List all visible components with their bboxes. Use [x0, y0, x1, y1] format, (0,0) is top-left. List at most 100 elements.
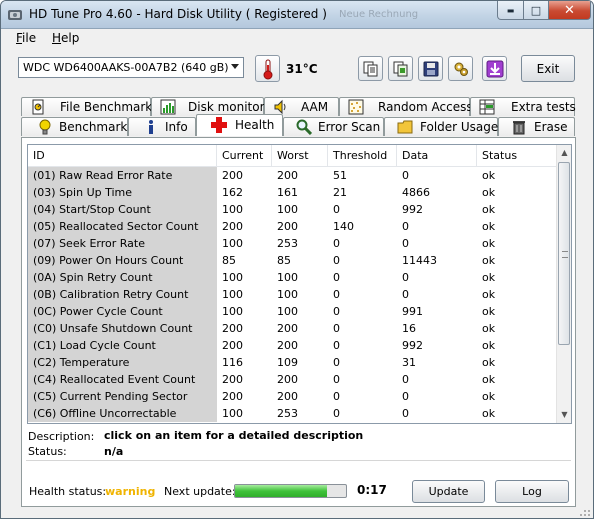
menu-help[interactable]: Help — [52, 31, 79, 45]
table-row[interactable]: (C5) Current Pending Sector 200 200 0 0 ok — [28, 388, 558, 405]
scroll-up-icon[interactable]: ▲ — [557, 145, 571, 161]
drive-select[interactable]: WDC WD6400AAKS-00A7B2 (640 gB) — [18, 57, 244, 78]
cell-threshold: 140 — [333, 220, 354, 233]
health-status-label: Health status: — [29, 485, 107, 498]
table-row[interactable]: (03) Spin Up Time 162 161 21 4866 ok — [28, 184, 558, 201]
table-row[interactable]: (0B) Calibration Retry Count 100 100 0 0 ok — [28, 286, 558, 303]
tab-label: File Benchmark — [60, 100, 153, 114]
table-row[interactable]: (09) Power On Hours Count 85 85 0 11443 ok — [28, 252, 558, 269]
next-update-timer: 0:17 — [357, 483, 387, 497]
maximize-button[interactable]: □ — [523, 1, 549, 20]
options-button[interactable] — [448, 56, 473, 81]
tab-extra-tests[interactable]: Extra tests — [470, 97, 576, 116]
cell-threshold: 0 — [333, 390, 340, 403]
column-header-current[interactable]: Current — [217, 145, 272, 167]
cell-id: (0B) Calibration Retry Count — [28, 286, 217, 303]
table-row[interactable]: (05) Reallocated Sector Count 200 200 140 0 o… — [28, 218, 558, 235]
cell-current: 85 — [222, 254, 236, 267]
vertical-scrollbar[interactable]: ▲ ▼ — [556, 145, 571, 423]
cell-status: ok — [482, 203, 496, 216]
health-panel: ID Current Worst Threshold Data Status (… — [21, 137, 576, 507]
cell-id: (07) Seek Error Rate — [28, 235, 217, 252]
column-header-status[interactable]: Status — [477, 145, 557, 167]
tab-label: Info — [165, 120, 188, 134]
cell-worst: 200 — [277, 339, 298, 352]
cell-worst: 100 — [277, 305, 298, 318]
tab-label: AAM — [301, 100, 329, 114]
cell-current: 200 — [222, 373, 243, 386]
cell-worst: 253 — [277, 237, 298, 250]
download-icon — [486, 60, 503, 77]
random-access-icon — [348, 99, 364, 115]
table-row[interactable]: (C4) Reallocated Event Count 200 200 0 0 ok — [28, 371, 558, 388]
table-row[interactable]: (C2) Temperature 116 109 0 31 ok — [28, 354, 558, 371]
close-icon: ✕ — [564, 2, 575, 18]
cell-worst: 100 — [277, 203, 298, 216]
table-row[interactable]: (C0) Unsafe Shutdown Count 200 200 0 16 ok — [28, 320, 558, 337]
tab-erase[interactable]: Erase — [498, 117, 575, 136]
update-button[interactable]: Update — [412, 480, 485, 503]
log-button[interactable]: Log — [495, 480, 569, 503]
divider — [26, 460, 571, 461]
table-header: ID Current Worst Threshold Data Status — [28, 145, 558, 167]
cell-threshold: 0 — [333, 305, 340, 318]
tab-folder-usage[interactable]: Folder Usage — [384, 117, 498, 136]
cell-worst: 109 — [277, 356, 298, 369]
tab-health[interactable]: Health — [196, 114, 283, 136]
tab-random-access[interactable]: Random Access — [339, 97, 473, 116]
smart-table[interactable]: ID Current Worst Threshold Data Status (… — [27, 144, 572, 424]
cell-threshold: 0 — [333, 339, 340, 352]
table-row[interactable]: (0C) Power Cycle Count 100 100 0 991 ok — [28, 303, 558, 320]
scroll-thumb[interactable] — [558, 162, 570, 345]
table-row[interactable]: (07) Seek Error Rate 100 253 0 0 ok — [28, 235, 558, 252]
speaker-icon — [274, 99, 286, 115]
tab-label: Disk monitor — [188, 100, 265, 114]
cell-data: 0 — [402, 169, 409, 182]
cell-threshold: 0 — [333, 356, 340, 369]
tab-benchmark[interactable]: Benchmark — [21, 117, 128, 136]
download-button[interactable] — [482, 56, 507, 81]
cell-id: (03) Spin Up Time — [28, 184, 217, 201]
cell-data: 991 — [402, 305, 423, 318]
cell-current: 116 — [222, 356, 243, 369]
scroll-down-icon[interactable]: ▼ — [557, 407, 571, 423]
cell-id: (04) Start/Stop Count — [28, 201, 217, 218]
cell-worst: 161 — [277, 186, 298, 199]
magnifier-icon — [296, 119, 312, 135]
tab-error-scan[interactable]: Error Scan — [283, 117, 384, 136]
column-header-data[interactable]: Data — [397, 145, 477, 167]
copy-screen-button[interactable] — [388, 56, 413, 81]
cell-id: (C0) Unsafe Shutdown Count — [28, 320, 217, 337]
copy-text-button[interactable] — [358, 56, 383, 81]
temperature-button[interactable] — [255, 55, 280, 82]
table-row[interactable]: (C6) Offline Uncorrectable 100 253 0 0 ok — [28, 405, 558, 422]
exit-button[interactable]: Exit — [521, 55, 575, 82]
copy-text-icon — [363, 61, 377, 76]
column-header-worst[interactable]: Worst — [272, 145, 328, 167]
folder-icon — [397, 120, 413, 134]
trash-icon — [513, 121, 525, 135]
table-row[interactable]: (04) Start/Stop Count 100 100 0 992 ok — [28, 201, 558, 218]
cell-data: 0 — [402, 271, 409, 284]
resize-grip-icon[interactable] — [577, 507, 591, 517]
close-button[interactable]: ✕ — [548, 1, 591, 20]
table-row[interactable]: (C1) Load Cycle Count 200 200 0 992 ok — [28, 337, 558, 354]
minimize-button[interactable]: ▬ — [497, 1, 524, 20]
table-row[interactable]: (0A) Spin Retry Count 100 100 0 0 ok — [28, 269, 558, 286]
cell-threshold: 0 — [333, 254, 340, 267]
column-header-id[interactable]: ID — [28, 145, 217, 167]
cell-id: (C4) Reallocated Event Count — [28, 371, 217, 388]
cell-status: ok — [482, 322, 496, 335]
menu-file[interactable]: File — [16, 31, 36, 45]
table-row[interactable]: (01) Raw Read Error Rate 200 200 51 0 ok — [28, 167, 558, 184]
column-header-threshold[interactable]: Threshold — [328, 145, 397, 167]
cell-threshold: 0 — [333, 203, 340, 216]
app-window: HD Tune Pro 4.60 - Hard Disk Utility ( R… — [0, 0, 594, 519]
tab-info[interactable]: Info — [128, 117, 196, 136]
menu-bar: File Help — [1, 29, 593, 49]
title-bar[interactable]: HD Tune Pro 4.60 - Hard Disk Utility ( R… — [1, 1, 593, 29]
cell-id: (C1) Load Cycle Count — [28, 337, 217, 354]
save-button[interactable] — [418, 56, 443, 81]
tab-label: Benchmark — [59, 120, 128, 134]
tab-file-benchmark[interactable]: File Benchmark — [21, 97, 153, 116]
